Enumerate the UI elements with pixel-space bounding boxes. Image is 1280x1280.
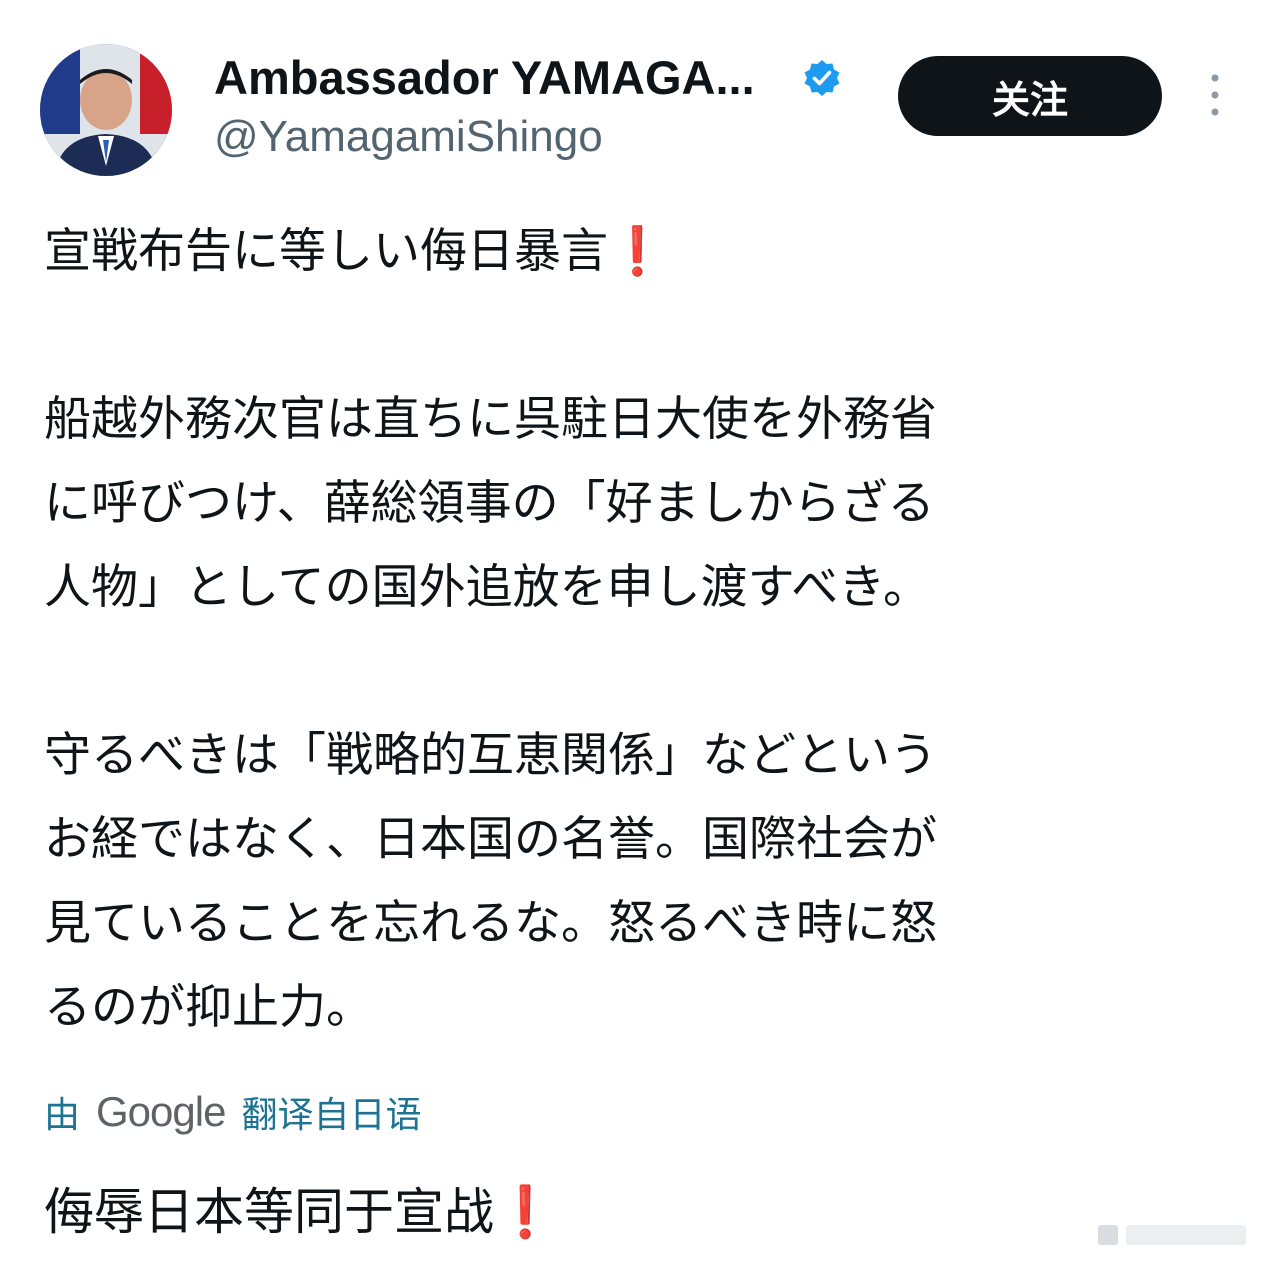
translated-text: 侮辱日本等同于宣战❗ [44,1170,556,1254]
tweet-line: 船越外務次官は直ちに呉駐日大使を外務省 [44,392,937,447]
more-options-icon[interactable] [1200,70,1230,120]
tweet-line: に呼びつけ、薛総領事の「好ましからざる [44,476,935,531]
tweet-line: お経ではなく、日本国の名誉。国際社会が [44,812,937,867]
tweet-headline: 宣戦布告に等しい侮日暴言❗ [44,210,1244,294]
tweet-paragraph: 船越外務次官は直ちに呉駐日大使を外務省 に呼びつけ、薛総領事の「好ましからざる … [44,378,1244,630]
follow-button[interactable]: 关注 [898,56,1162,136]
tweet-line: 守るべきは「戦略的互恵関係」などという [44,728,937,783]
translated-text-body: 侮辱日本等同于宣战 [44,1183,494,1241]
tweet-line: 見ていることを忘れるな。怒るべき時に怒 [44,896,937,951]
tweet-paragraph: 守るべきは「戦略的互恵関係」などという お経ではなく、日本国の名誉。国際社会が … [44,714,1244,1050]
translate-prefix: 由 [44,1095,81,1136]
account-handle[interactable]: @YamagamiShingo [214,112,603,162]
translate-suffix: 翻译自日语 [241,1095,422,1136]
watermark-icon [1098,1225,1246,1245]
display-name[interactable]: Ambassador YAMAGA... [214,52,755,104]
tweet-text: 宣戦布告に等しい侮日暴言❗ 船越外務次官は直ちに呉駐日大使を外務省 に呼びつけ、… [44,210,1244,1134]
verified-badge-icon [804,60,840,96]
exclamation-icon: ❗ [608,224,667,279]
translation-attribution[interactable]: 由 Google 翻译自日语 [44,1084,421,1140]
tweet-line: 人物」としての国外追放を申し渡すべき。 [44,560,930,615]
tweet-line: るのが抑止力。 [44,980,373,1035]
avatar[interactable] [40,44,172,176]
google-logo-icon: Google [96,1088,226,1135]
headline-text: 宣戦布告に等しい侮日暴言 [44,224,608,279]
exclamation-icon: ❗ [494,1183,557,1241]
ambassador-portrait-icon [40,44,172,176]
